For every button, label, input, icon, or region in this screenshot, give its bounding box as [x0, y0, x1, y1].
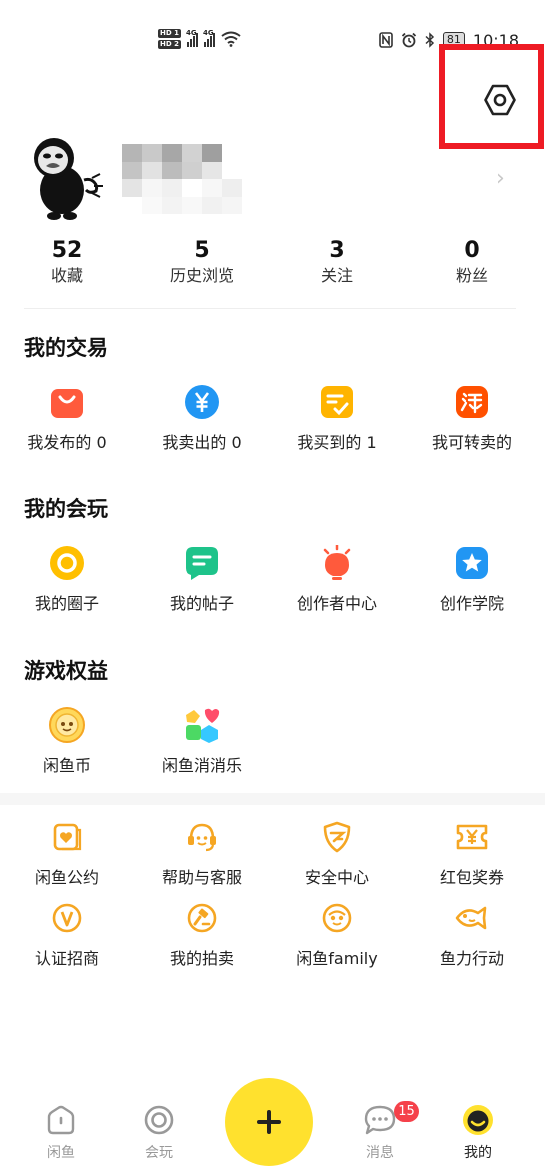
bluetooth-icon — [425, 32, 434, 48]
bulb-icon — [318, 544, 356, 582]
play-circles[interactable]: 我的圈子 — [0, 544, 134, 614]
game-match[interactable]: 闲鱼消消乐 — [135, 706, 269, 776]
post-icon — [183, 544, 221, 582]
network-indicators: HD 1 HD 2 4G 4G — [158, 26, 241, 52]
avatar[interactable] — [22, 130, 112, 222]
username-blurred — [122, 144, 242, 214]
shopping-bag-icon — [48, 383, 86, 421]
settings-hexagon-icon — [484, 84, 516, 116]
nav-play[interactable]: 会玩 — [124, 1104, 194, 1162]
section-title-trade: 我的交易 — [24, 336, 108, 360]
fish-coin-icon — [48, 706, 86, 744]
settings-button[interactable] — [478, 78, 522, 122]
play-posts[interactable]: 我的帖子 — [135, 544, 269, 614]
match-game-icon — [183, 706, 221, 744]
nfc-icon — [379, 32, 393, 48]
fish-icon — [453, 899, 491, 937]
nav-home[interactable]: 闲鱼 — [26, 1104, 96, 1162]
stat-favorites[interactable]: 52 收藏 — [12, 238, 122, 288]
service-family[interactable]: 闲鱼family — [270, 899, 404, 969]
service-help[interactable]: 帮助与客服 — [135, 818, 269, 888]
service-verification[interactable]: 认证招商 — [0, 899, 134, 969]
signal-icon-sim2: 4G — [203, 29, 215, 47]
message-bubble-icon — [364, 1105, 396, 1135]
section-separator — [0, 793, 545, 805]
family-icon — [318, 899, 356, 937]
section-title-game: 游戏权益 — [24, 659, 108, 683]
stat-following[interactable]: 3 关注 — [282, 238, 392, 288]
section-title-play: 我的会玩 — [24, 497, 108, 521]
plus-icon — [257, 1110, 281, 1134]
taobao-icon — [453, 383, 491, 421]
ticket-icon — [453, 818, 491, 856]
avatar-image — [34, 138, 103, 220]
publish-button[interactable] — [225, 1078, 313, 1166]
signal-icon-sim1: 4G — [186, 29, 198, 47]
circle-icon — [48, 544, 86, 582]
service-security[interactable]: 安全中心 — [270, 818, 404, 888]
game-fish-coin[interactable]: 闲鱼币 — [0, 706, 134, 776]
divider — [24, 308, 516, 309]
hd-indicator: HD 1 HD 2 — [158, 29, 181, 49]
service-fish-action[interactable]: 鱼力行动 — [405, 899, 539, 969]
gavel-icon — [183, 899, 221, 937]
stat-fans[interactable]: 0 粉丝 — [417, 238, 527, 288]
service-coupons[interactable]: 红包奖券 — [405, 818, 539, 888]
trade-bought[interactable]: 我买到的 1 — [270, 383, 404, 453]
smiley-face-icon — [463, 1105, 493, 1135]
target-icon — [144, 1105, 174, 1135]
play-creator-center[interactable]: 创作者中心 — [270, 544, 404, 614]
shield-icon — [318, 818, 356, 856]
heart-doc-icon — [48, 818, 86, 856]
wifi-icon — [221, 31, 241, 47]
verified-icon — [48, 899, 86, 937]
message-count-badge: 15 — [394, 1101, 419, 1122]
star-icon — [453, 544, 491, 582]
alarm-icon — [401, 32, 417, 48]
trade-resellable[interactable]: 我可转卖的 — [405, 383, 539, 453]
home-icon — [47, 1105, 75, 1135]
yen-icon — [183, 383, 221, 421]
trade-published[interactable]: 我发布的 0 — [0, 383, 134, 453]
stat-history[interactable]: 5 历史浏览 — [147, 238, 257, 288]
nav-me[interactable]: 我的 — [443, 1104, 513, 1162]
check-note-icon — [318, 383, 356, 421]
trade-sold[interactable]: 我卖出的 0 — [135, 383, 269, 453]
service-auction[interactable]: 我的拍卖 — [135, 899, 269, 969]
headset-icon — [183, 818, 221, 856]
profile-chevron-icon[interactable]: › — [496, 166, 505, 191]
stats-row: 52 收藏 5 历史浏览 3 关注 0 粉丝 — [0, 238, 545, 288]
play-creator-academy[interactable]: 创作学院 — [405, 544, 539, 614]
service-convention[interactable]: 闲鱼公约 — [0, 818, 134, 888]
